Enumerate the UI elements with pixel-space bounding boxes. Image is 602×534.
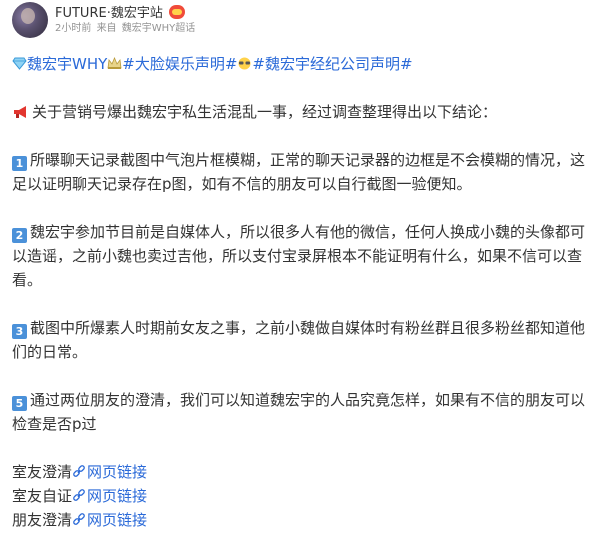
point-text: 截图中所爆素人时期前女友之事，之前小魏做自媒体时有粉丝群且很多粉丝都知道他们的日… [12,319,586,361]
post-content: 魏宏宇WHY #大脸娱乐声明# #魏宏宇经纪公司声明# 关于营销号爆出魏宏宇私生活混… [12,52,594,532]
sunglasses-icon [238,57,251,70]
user-row: FUTURE·魏宏宇站 [55,2,197,21]
link-icon [73,465,85,477]
tag-dalian-statement[interactable]: #大脸娱乐声明# [122,55,237,73]
point-text: 所曝聊天记录截图中气泡片框模糊，正常的聊天记录器的边框是不会模糊的情况，这足以证… [12,151,586,193]
number-badge-icon: 3 [12,324,27,339]
link-label: 室友澄清 [12,463,73,481]
avatar[interactable] [12,2,48,38]
link-label: 朋友澄清 [12,511,73,529]
tag-label: 魏宏宇WHY [27,55,108,73]
web-link-label: 网页链接 [87,487,148,505]
web-link[interactable]: 网页链接 [72,511,147,529]
post-header: FUTURE·魏宏宇站 2小时前 来自 魏宏宇WHY超话 [12,2,197,40]
link-icon [73,513,85,525]
header-text: FUTURE·魏宏宇站 2小时前 来自 魏宏宇WHY超话 [55,2,197,36]
vip-badge-icon [168,4,185,19]
web-link[interactable]: 网页链接 [72,463,147,481]
post-meta: 2小时前 来自 魏宏宇WHY超话 [55,22,197,36]
link-line-roommate-clarify: 室友澄清 网页链接 [12,460,594,484]
diamond-icon [12,57,27,70]
number-badge-icon: 2 [12,228,27,243]
intro-paragraph: 关于营销号爆出魏宏宇私生活混乱一事，经过调查整理得出以下结论： [12,100,594,124]
link-label: 室友自证 [12,487,73,505]
link-line-roommate-proof: 室友自证 网页链接 [12,484,594,508]
tag-agency-statement[interactable]: #魏宏宇经纪公司声明# [252,55,412,73]
source-link[interactable]: 魏宏宇WHY超话 [122,23,196,34]
web-link-label: 网页链接 [87,463,148,481]
source-prefix: 来自 [96,23,117,34]
point-1: 1 所曝聊天记录截图中气泡片框模糊，正常的聊天记录器的边框是不会模糊的情况，这足以… [12,148,594,196]
tag-line: 魏宏宇WHY #大脸娱乐声明# #魏宏宇经纪公司声明# [12,52,594,76]
crown-icon [107,57,122,69]
weibo-post: FUTURE·魏宏宇站 2小时前 来自 魏宏宇WHY超话 魏宏宇WHY #大脸娱乐… [0,0,602,534]
post-time[interactable]: 2小时前 [55,23,91,34]
tag-weihongyu[interactable]: 魏宏宇WHY [12,55,107,73]
link-line-friend-clarify: 朋友澄清 网页链接 [12,508,594,532]
web-link[interactable]: 网页链接 [72,487,147,505]
intro-text: 关于营销号爆出魏宏宇私生活混乱一事，经过调查整理得出以下结论： [32,103,498,121]
link-icon [73,489,85,501]
point-text: 魏宏宇参加节目前是自媒体人，所以很多人有他的微信，任何人换成小魏的头像都可以造谣… [12,223,586,289]
point-3: 3 截图中所爆素人时期前女友之事，之前小魏做自媒体时有粉丝群且很多粉丝都知道他们的… [12,316,594,364]
number-badge-icon: 1 [12,156,27,171]
point-text: 通过两位朋友的澄清，我们可以知道魏宏宇的人品究竟怎样，如果有不信的朋友可以检查是… [12,391,586,433]
point-5: 5 通过两位朋友的澄清，我们可以知道魏宏宇的人品究竟怎样，如果有不信的朋友可以检查… [12,388,594,436]
username[interactable]: FUTURE·魏宏宇站 [55,2,163,21]
point-2: 2 魏宏宇参加节目前是自媒体人，所以很多人有他的微信，任何人换成小魏的头像都可以造… [12,220,594,292]
megaphone-icon [14,106,26,118]
number-badge-icon: 5 [12,396,27,411]
web-link-label: 网页链接 [87,511,148,529]
